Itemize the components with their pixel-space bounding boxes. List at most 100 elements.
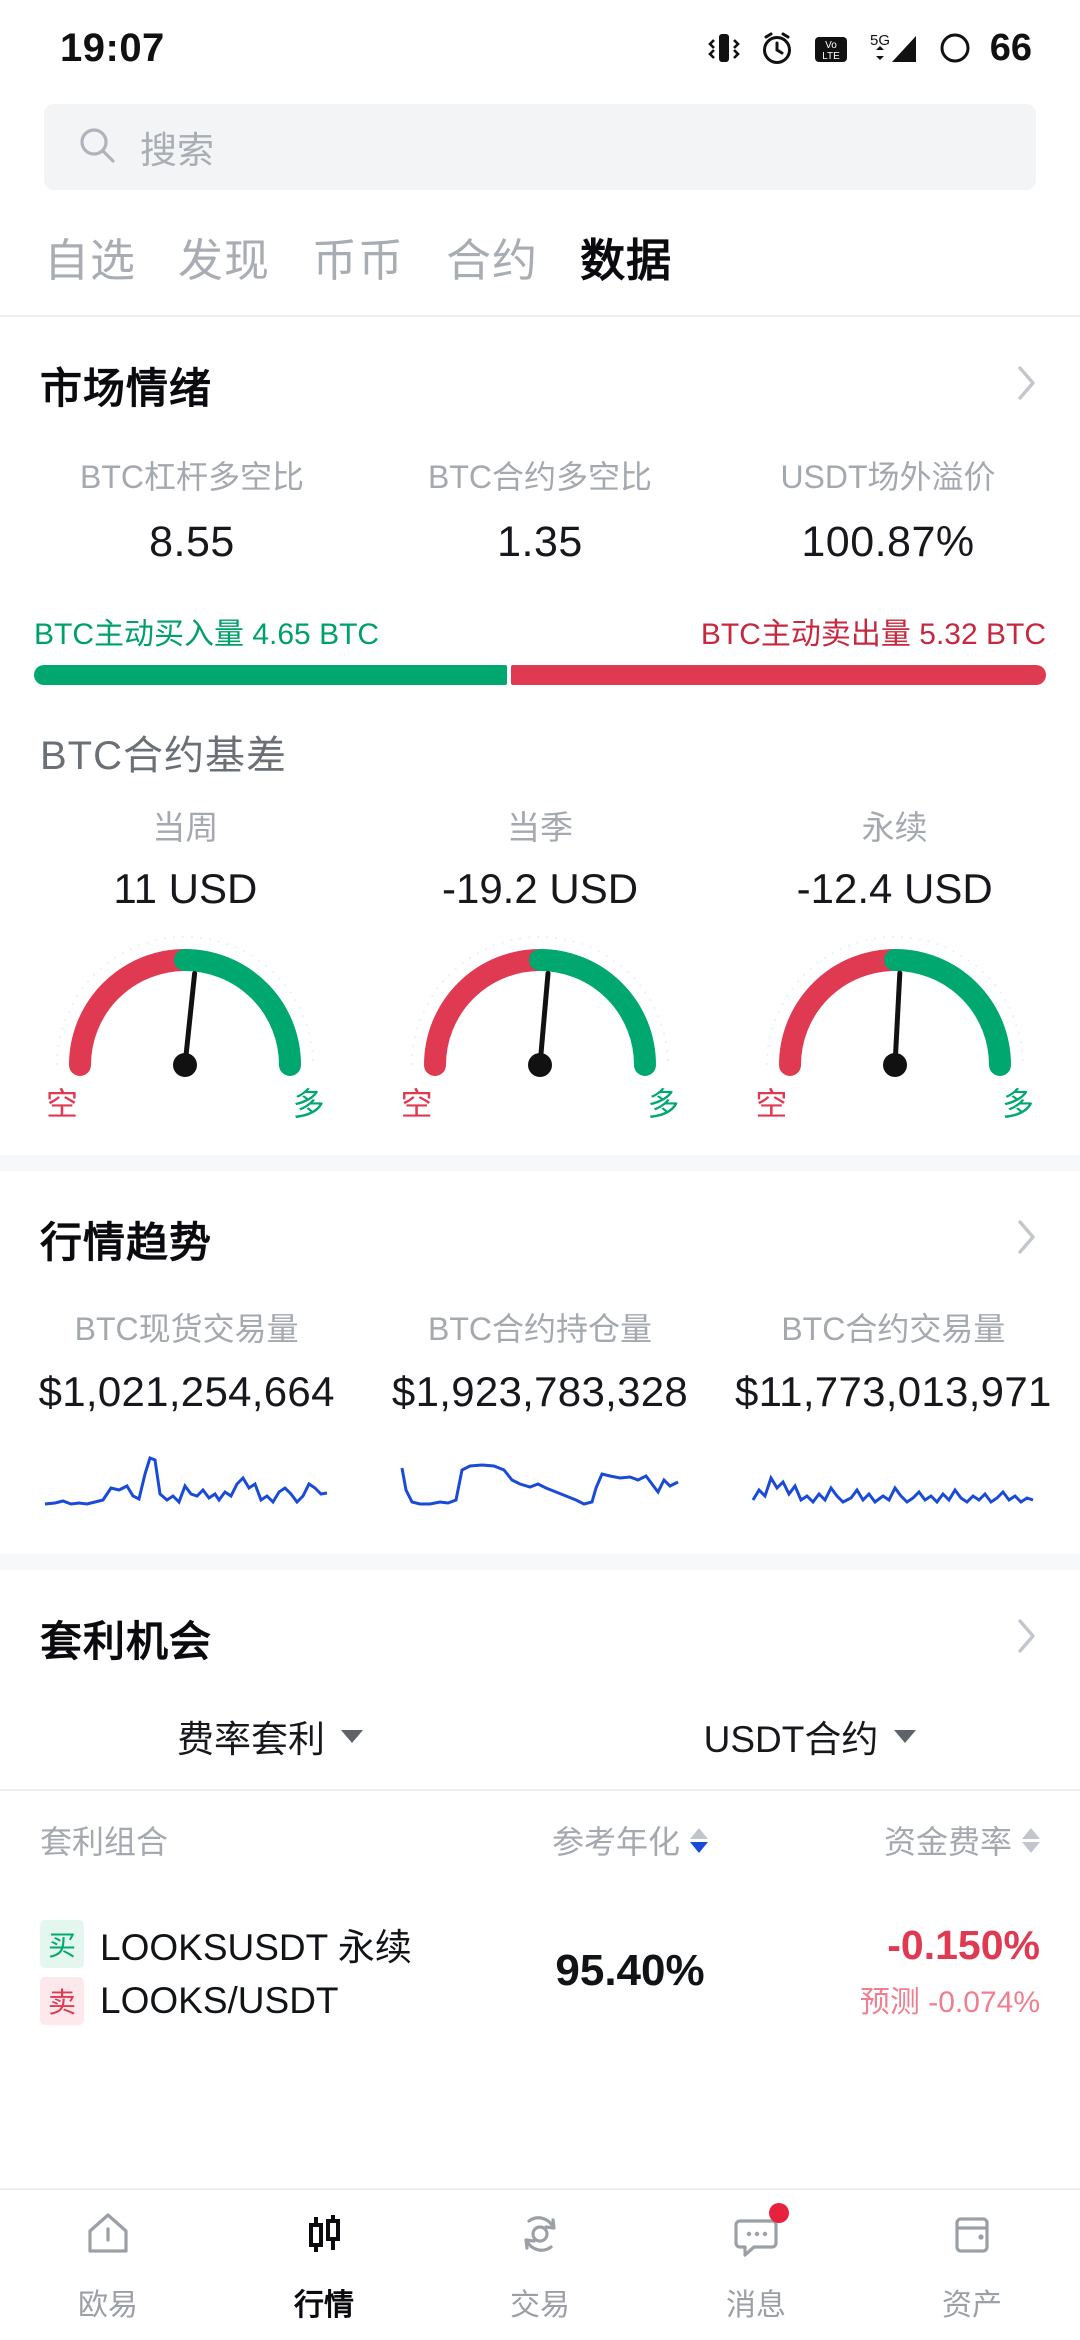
gauge-dial-icon	[411, 936, 669, 1077]
buy-flow-label: BTC主动买入量 4.65 BTC	[34, 618, 380, 651]
search-input[interactable]: 搜索	[44, 104, 1036, 190]
market-sentiment-title: 市场情绪	[40, 365, 213, 412]
nav-item-assets[interactable]: 资产	[864, 2207, 1080, 2324]
tab-自选[interactable]: 自选	[44, 224, 136, 289]
trend-value: $1,021,254,664	[38, 1368, 335, 1415]
battery-icon	[938, 28, 972, 68]
svg-text:LTE: LTE	[822, 51, 840, 62]
gauge-value: -12.4 USD	[796, 865, 993, 912]
svg-text:Vo: Vo	[825, 40, 837, 51]
trend-label: BTC合约持仓量	[427, 1311, 652, 1347]
gauge-dial-icon	[765, 936, 1024, 1077]
basis-gauges: 当周 11 USD 空 多 当季 -19.2 USD 空 多 永续 -12.4 …	[0, 791, 1080, 1155]
sell-bar-segment	[510, 665, 1046, 685]
chevron-right-icon[interactable]	[1014, 362, 1040, 409]
filter-strategy-dropdown[interactable]: 费率套利	[0, 1709, 540, 1763]
nav-label: 行情	[294, 2288, 354, 2322]
sell-instrument: LOOKS/USDT	[100, 1980, 339, 2021]
filter-label: USDT合约	[703, 1719, 879, 1760]
search-placeholder: 搜索	[140, 130, 214, 171]
gauge-label: 当季	[507, 809, 573, 846]
buy-instrument: LOOKSUSDT 永续	[100, 1927, 412, 1968]
battery-level: 66	[989, 26, 1032, 69]
gauge-perpetual: 永续 -12.4 USD 空 多	[717, 801, 1072, 1125]
search-bar: 搜索	[0, 96, 1080, 190]
market-sentiment-header[interactable]: 市场情绪	[0, 317, 1080, 426]
trend-header[interactable]: 行情趋势	[0, 1171, 1080, 1280]
metric-usdt-otc-premium: USDT场外溢价 100.87%	[714, 452, 1062, 567]
trend-open-interest: BTC合约持仓量 $1,923,783,328	[363, 1304, 716, 1514]
status-time: 19:07	[60, 25, 165, 70]
sparkline-chart	[44, 1456, 327, 1506]
row-combo-cell: 买 LOOKSUSDT 永续 卖 LOOKS/USDT	[40, 1911, 470, 2031]
trend-title: 行情趋势	[40, 1219, 213, 1266]
gauge-value: -19.2 USD	[441, 865, 639, 912]
chevron-right-icon[interactable]	[1014, 1216, 1040, 1263]
nav-label: 消息	[726, 2288, 786, 2322]
nav-item-messages[interactable]: 消息	[648, 2202, 864, 2324]
column-header-apr[interactable]: 参考年化	[470, 1817, 790, 1863]
gauge-weekly: 当周 11 USD 空 多	[8, 801, 363, 1125]
metric-label: USDT场外溢价	[780, 459, 996, 495]
sparkline-chart	[400, 1463, 679, 1506]
nav-item-trade[interactable]: 交易	[432, 2207, 648, 2324]
sort-indicator-icon[interactable]	[1022, 1827, 1040, 1853]
tab-数据[interactable]: 数据	[580, 224, 672, 289]
chevron-right-icon[interactable]	[1014, 1615, 1040, 1662]
gauge-value: 11 USD	[113, 865, 258, 912]
gauge-long-label: 多	[1002, 1086, 1035, 1122]
buy-sell-bar	[34, 665, 1046, 685]
app-screen: 19:07 Vo LTE 5G 66 搜索 自选 发现 币币 合约 数据 市场情…	[0, 0, 1080, 2340]
arbitrage-filters: 费率套利 USDT合约	[0, 1679, 1080, 1789]
row-rate-cell: -0.150% 预测 -0.074%	[790, 1922, 1040, 2021]
metric-value: 1.35	[497, 518, 583, 566]
home-icon	[81, 2207, 135, 2266]
filter-contract-dropdown[interactable]: USDT合约	[540, 1709, 1080, 1763]
bottom-nav-bar: 欧易 行情 交易 消息 资产	[0, 2188, 1080, 2340]
nav-item-markets[interactable]: 行情	[216, 2207, 432, 2324]
metric-btc-margin-long-short: BTC杠杆多空比 8.55	[18, 452, 366, 567]
5g-signal-icon: 5G	[866, 28, 922, 68]
table-row[interactable]: 买 LOOKSUSDT 永续 卖 LOOKS/USDT 95.40% -0.15…	[0, 1885, 1080, 2059]
sparkline-chart	[752, 1474, 1034, 1505]
metric-btc-futures-long-short: BTC合约多空比 1.35	[366, 452, 714, 567]
status-icon-group: Vo LTE 5G 66	[706, 27, 1032, 70]
metric-label: BTC杠杆多空比	[79, 459, 304, 495]
column-header-combo: 套利组合	[40, 1817, 470, 1863]
gauge-short-label: 空	[400, 1086, 433, 1122]
buy-bar-segment	[34, 665, 507, 685]
buy-tag: 买	[40, 1920, 85, 1968]
arbitrage-title: 套利机会	[40, 1618, 213, 1665]
trend-value: $1,923,783,328	[391, 1368, 689, 1415]
sell-tag: 卖	[40, 1977, 85, 2025]
arbitrage-table-header: 套利组合 参考年化 资金费率	[0, 1791, 1080, 1885]
column-label: 资金费率	[883, 1824, 1012, 1860]
trend-metrics: BTC现货交易量 $1,021,254,664 BTC合约持仓量 $1,923,…	[0, 1280, 1080, 1554]
gauge-long-label: 多	[647, 1086, 680, 1122]
trend-spot-volume: BTC现货交易量 $1,021,254,664	[10, 1304, 363, 1514]
nav-label: 资产	[942, 2288, 1002, 2322]
basis-title: BTC合约基差	[40, 734, 287, 778]
alarm-icon	[758, 28, 796, 68]
column-header-funding-rate[interactable]: 资金费率	[790, 1817, 1040, 1863]
tab-发现[interactable]: 发现	[178, 224, 270, 289]
wallet-icon	[945, 2207, 999, 2266]
sort-indicator-icon[interactable]	[690, 1827, 708, 1853]
tab-合约[interactable]: 合约	[446, 224, 538, 289]
metric-value: 8.55	[149, 518, 235, 566]
search-icon	[76, 124, 118, 171]
nav-label: 交易	[510, 2288, 570, 2322]
buy-sell-flow: BTC主动买入量 4.65 BTC BTC主动卖出量 5.32 BTC	[0, 567, 1080, 685]
trend-value: $11,773,013,971	[734, 1368, 1052, 1415]
chevron-down-icon	[341, 1729, 363, 1743]
volte-icon: Vo LTE	[812, 28, 850, 68]
gauge-short-label: 空	[46, 1086, 79, 1122]
tab-币币[interactable]: 币币	[312, 224, 404, 289]
arbitrage-header[interactable]: 套利机会	[0, 1570, 1080, 1679]
row-apr-value: 95.40%	[555, 1946, 705, 1995]
metric-label: BTC合约多空比	[427, 459, 652, 495]
nav-item-home[interactable]: 欧易	[0, 2207, 216, 2324]
nav-label: 欧易	[78, 2288, 138, 2322]
gauge-label: 当周	[152, 809, 219, 846]
gauge-quarterly: 当季 -19.2 USD 空 多	[363, 801, 718, 1125]
